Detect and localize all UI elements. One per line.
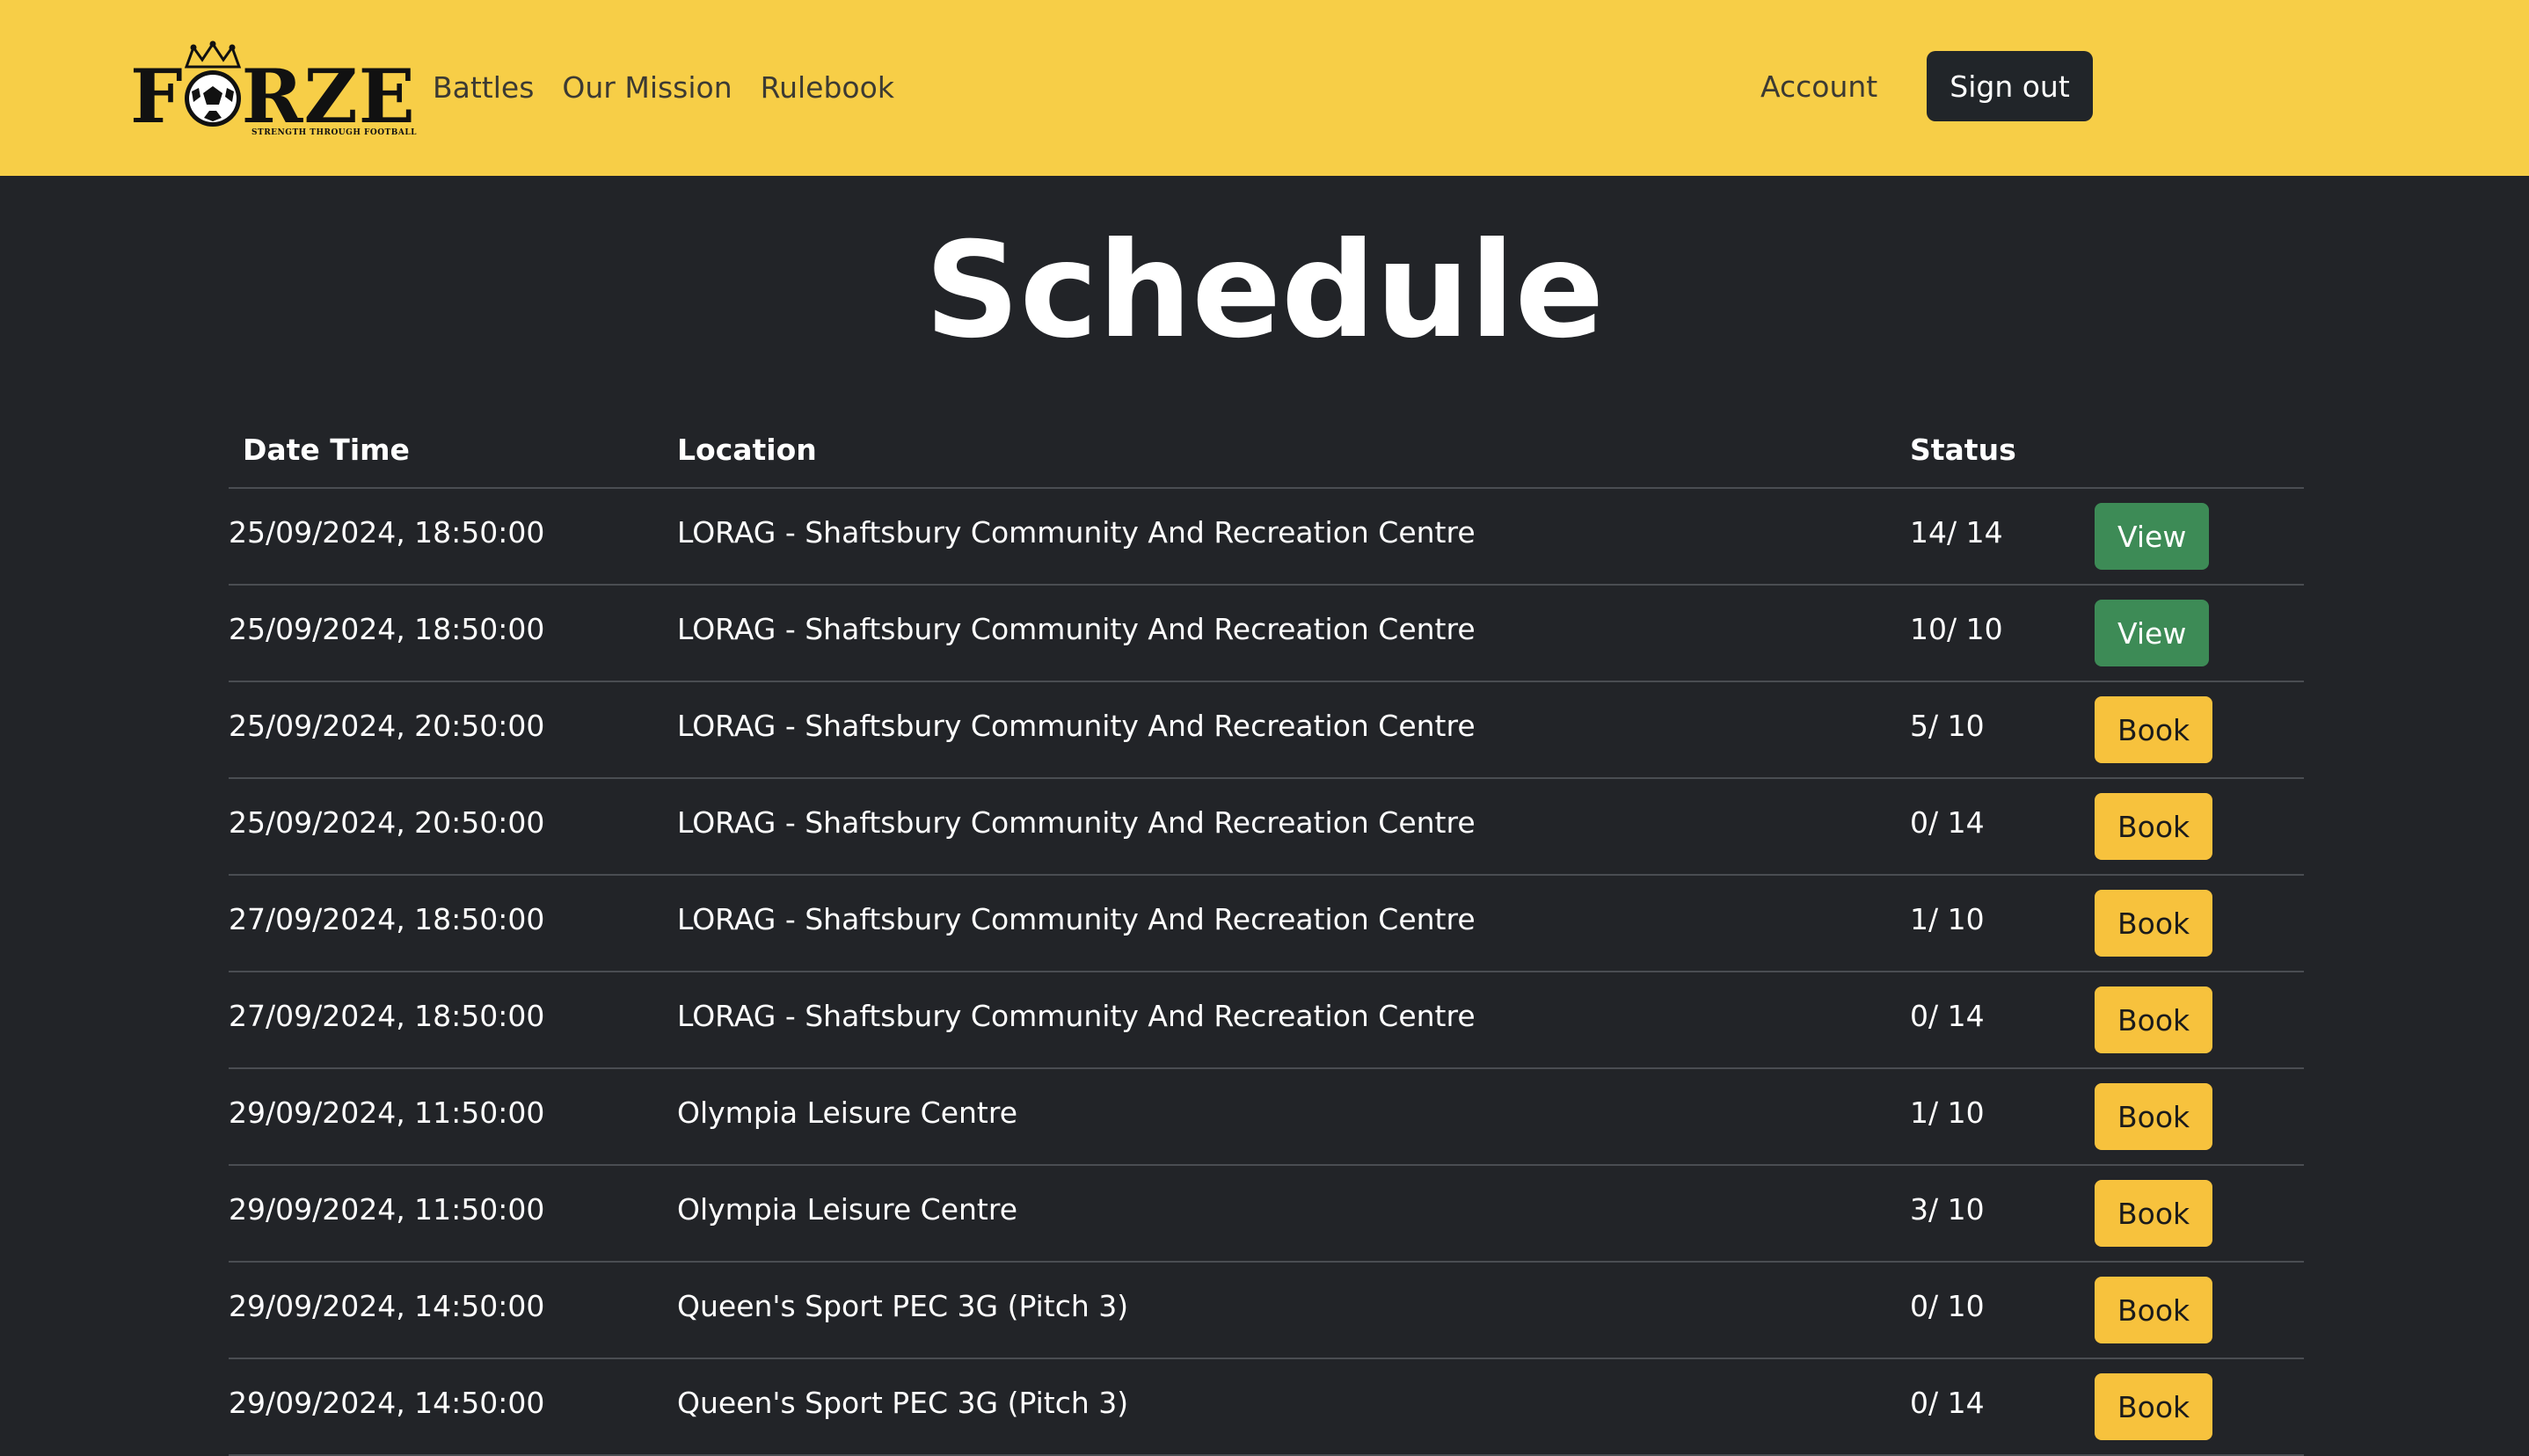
row-status: 0/ 10 [1910,1289,1985,1323]
row-date-time: 29/09/2024, 11:50:00 [229,1192,545,1227]
row-date-time: 27/09/2024, 18:50:00 [229,902,545,936]
row-status: 1/ 10 [1910,1096,1985,1130]
row-location: LORAG - Shaftsbury Community And Recreat… [677,999,1476,1033]
book-button[interactable]: Book [2095,1277,2213,1343]
row-status: 0/ 14 [1910,999,1985,1033]
main-nav: Battles Our Mission Rulebook [433,62,894,114]
forze-logo[interactable]: F RZE STRENGTH THROUGH FOOTBALL [130,40,417,142]
row-date-time: 29/09/2024, 11:50:00 [229,1096,545,1130]
table-row: 29/09/2024, 11:50:00 Olympia Leisure Cen… [229,1069,2304,1166]
view-button[interactable]: View [2095,600,2210,666]
row-location: LORAG - Shaftsbury Community And Recreat… [677,805,1476,840]
sign-out-button[interactable]: Sign out [1927,51,2093,121]
row-date-time: 25/09/2024, 20:50:00 [229,709,545,743]
header-status: Status [1910,433,2016,467]
table-row: 29/09/2024, 11:50:00 Olympia Leisure Cen… [229,1166,2304,1263]
navbar: F RZE STRENGTH THROUGH FOOTBALL Battles O… [0,0,2529,176]
book-button[interactable]: Book [2095,890,2213,957]
row-location: LORAG - Shaftsbury Community And Recreat… [677,515,1476,550]
view-button[interactable]: View [2095,503,2210,570]
row-status: 10/ 10 [1910,612,2003,646]
table-row: 25/09/2024, 18:50:00 LORAG - Shaftsbury … [229,489,2304,586]
logo-tagline: STRENGTH THROUGH FOOTBALL [251,128,417,137]
row-location: Queen's Sport PEC 3G (Pitch 3) [677,1289,1129,1323]
row-date-time: 25/09/2024, 20:50:00 [229,805,545,840]
page-title: Schedule [924,215,1605,368]
schedule-table: Date Time Location Status 25/09/2024, 18… [229,420,2304,1456]
row-location: Olympia Leisure Centre [677,1192,1018,1227]
row-status: 3/ 10 [1910,1192,1985,1227]
table-row: 25/09/2024, 20:50:00 LORAG - Shaftsbury … [229,682,2304,779]
logo-wordmark: F RZE [130,60,416,134]
nav-rulebook-link[interactable]: Rulebook [761,62,894,114]
football-crown-icon [184,40,242,127]
table-row: 25/09/2024, 18:50:00 LORAG - Shaftsbury … [229,586,2304,682]
row-location: LORAG - Shaftsbury Community And Recreat… [677,612,1476,646]
table-row: 27/09/2024, 18:50:00 LORAG - Shaftsbury … [229,972,2304,1069]
row-location: Olympia Leisure Centre [677,1096,1018,1130]
user-nav: Account Sign out [1760,51,2093,121]
row-location: LORAG - Shaftsbury Community And Recreat… [677,902,1476,936]
row-location: LORAG - Shaftsbury Community And Recreat… [677,709,1476,743]
nav-our-mission-link[interactable]: Our Mission [562,62,732,114]
row-date-time: 29/09/2024, 14:50:00 [229,1386,545,1420]
table-row: 29/09/2024, 14:50:00 Queen's Sport PEC 3… [229,1359,2304,1456]
row-status: 5/ 10 [1910,709,1985,743]
row-date-time: 27/09/2024, 18:50:00 [229,999,545,1033]
row-date-time: 29/09/2024, 14:50:00 [229,1289,545,1323]
header-location: Location [677,433,817,467]
book-button[interactable]: Book [2095,986,2213,1053]
nav-battles-link[interactable]: Battles [433,62,534,114]
table-row: 29/09/2024, 14:50:00 Queen's Sport PEC 3… [229,1263,2304,1359]
table-header: Date Time Location Status [229,420,2304,489]
table-row: 27/09/2024, 18:50:00 LORAG - Shaftsbury … [229,876,2304,972]
book-button[interactable]: Book [2095,1180,2213,1247]
row-date-time: 25/09/2024, 18:50:00 [229,612,545,646]
row-date-time: 25/09/2024, 18:50:00 [229,515,545,550]
book-button[interactable]: Book [2095,696,2213,763]
book-button[interactable]: Book [2095,1373,2213,1440]
header-date-time: Date Time [243,433,410,467]
table-row: 25/09/2024, 20:50:00 LORAG - Shaftsbury … [229,779,2304,876]
logo-letters-rze: RZE [241,53,416,140]
logo-letter-f: F [130,53,184,140]
row-status: 0/ 14 [1910,1386,1985,1420]
row-status: 1/ 10 [1910,902,1985,936]
row-status: 14/ 14 [1910,515,2003,550]
account-link[interactable]: Account [1760,69,1877,104]
book-button[interactable]: Book [2095,1083,2213,1150]
row-status: 0/ 14 [1910,805,1985,840]
book-button[interactable]: Book [2095,793,2213,860]
row-location: Queen's Sport PEC 3G (Pitch 3) [677,1386,1129,1420]
